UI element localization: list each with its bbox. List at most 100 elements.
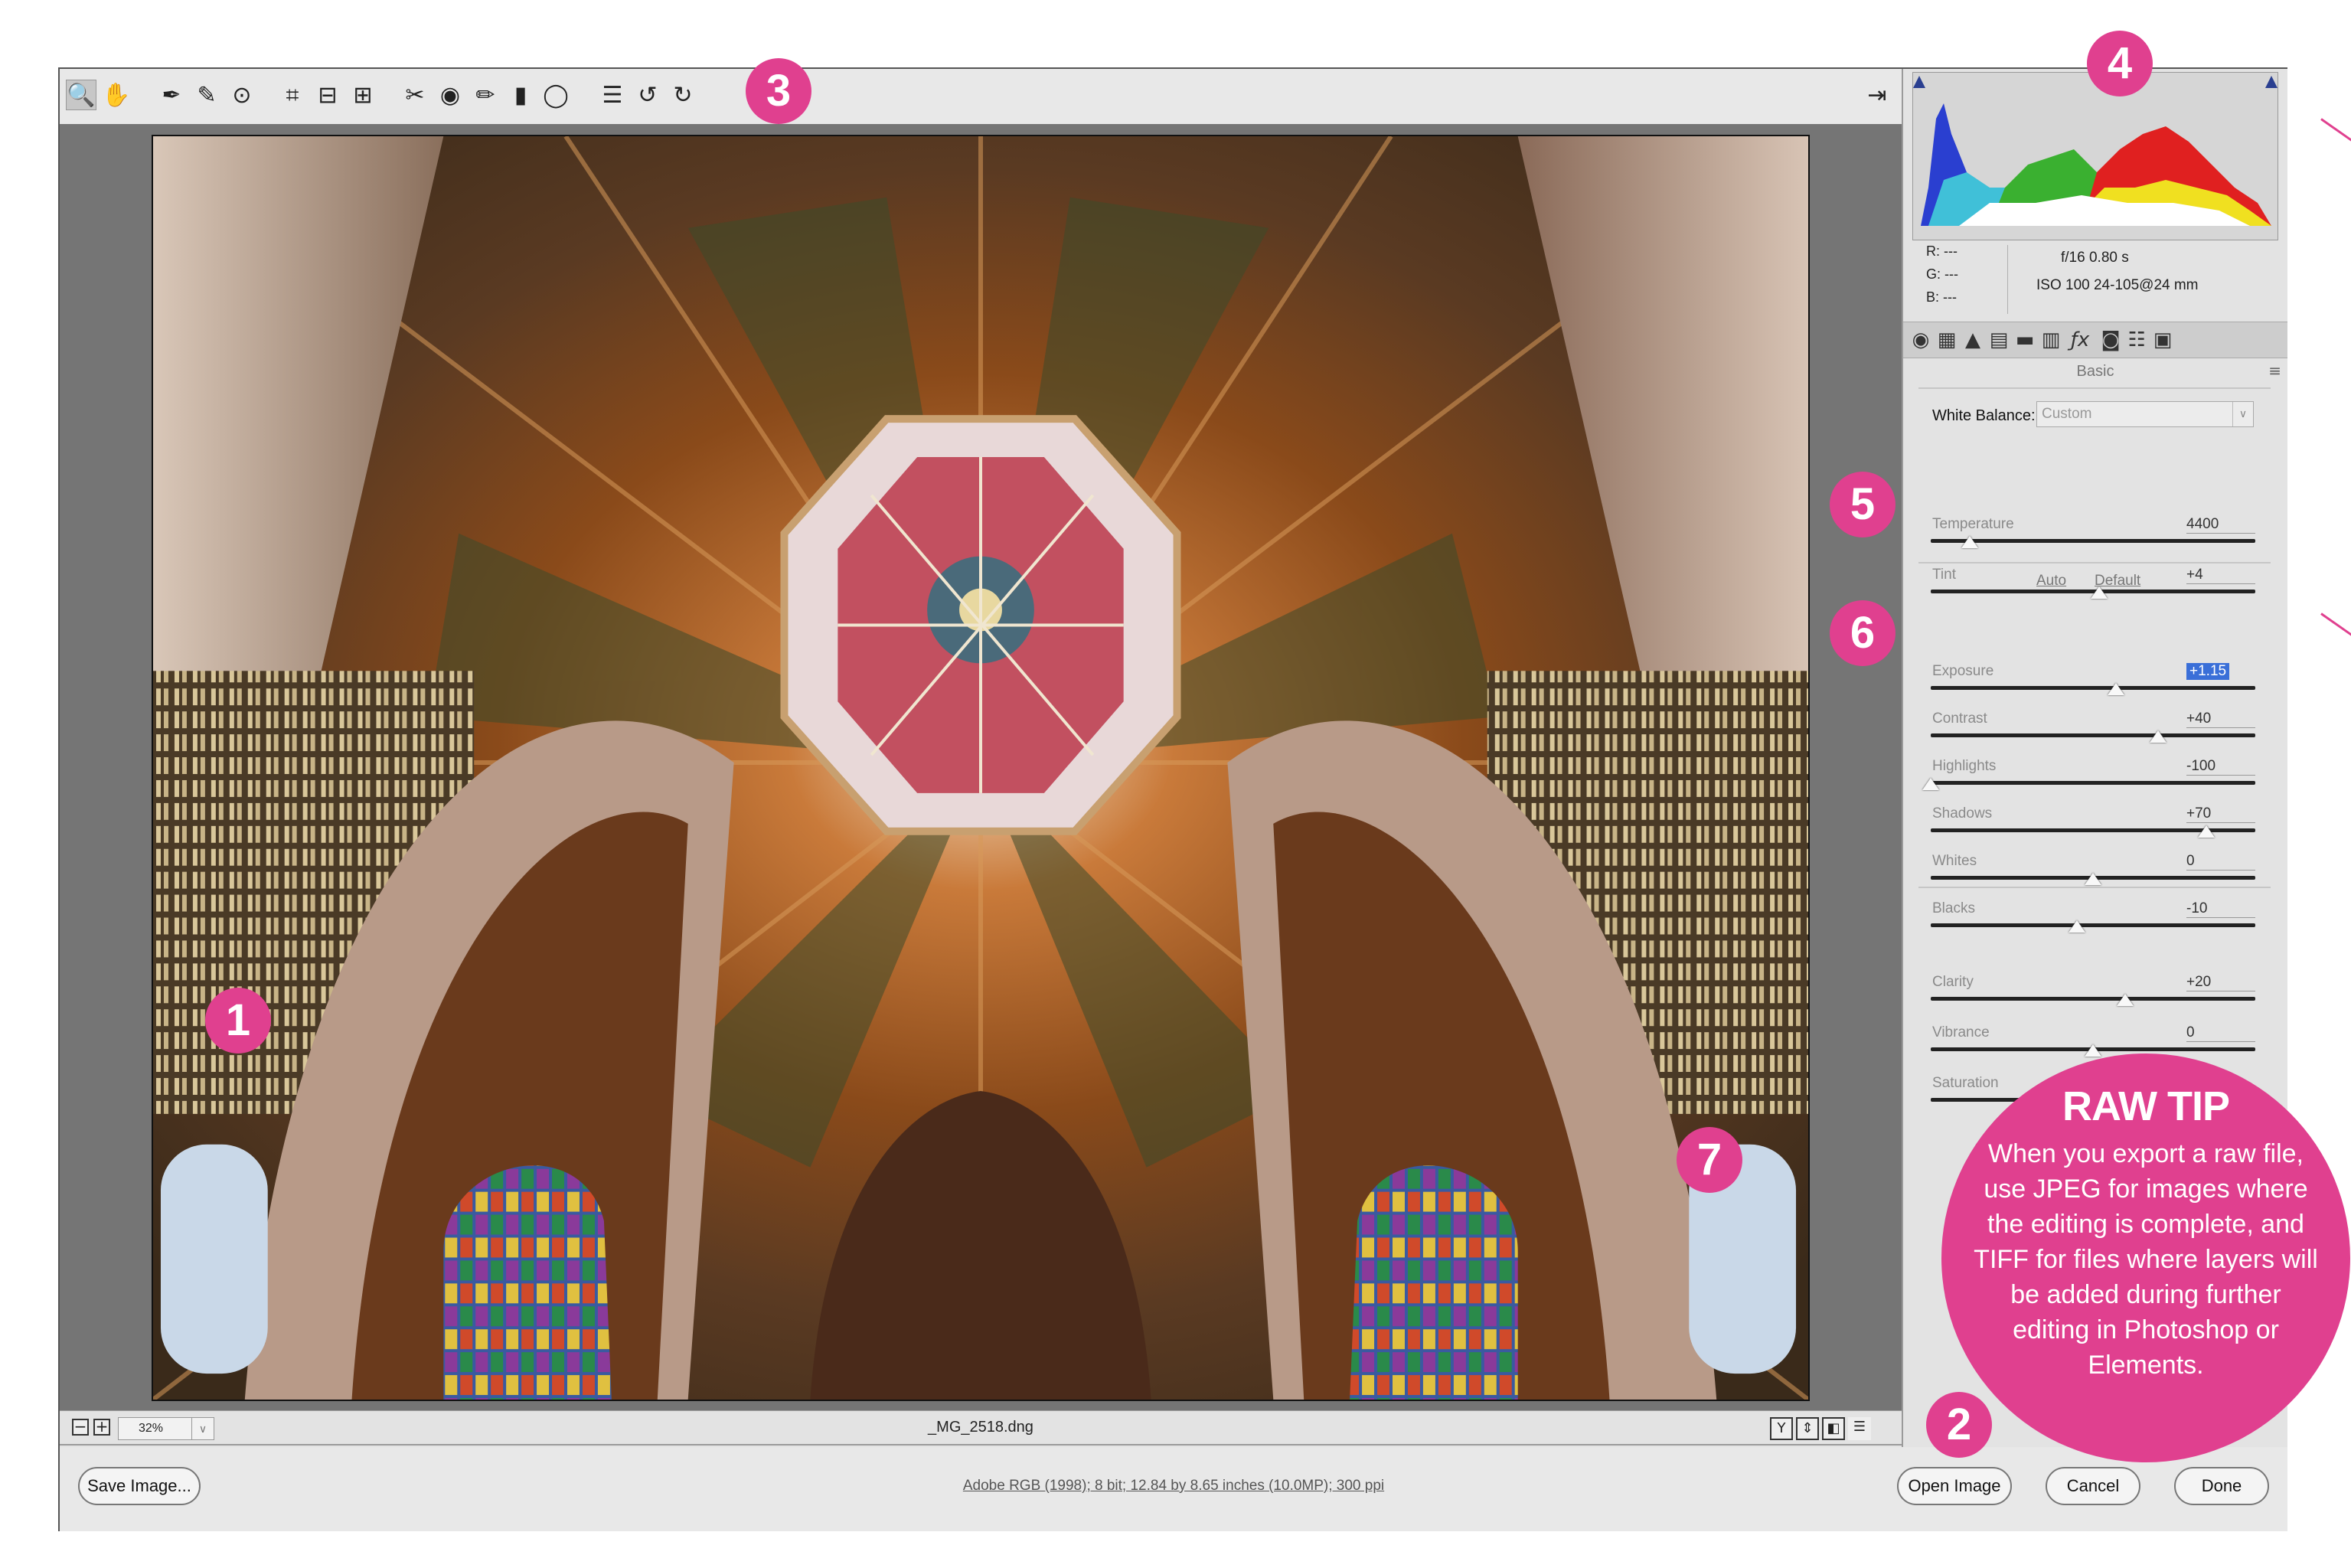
presets-tab-icon[interactable]: ☷	[2124, 327, 2150, 353]
clarity-slider-thumb[interactable]	[2117, 994, 2134, 1006]
crop-icon[interactable]: ⌗	[277, 80, 308, 110]
zoom-tool-magnifier-icon[interactable]: 🔍	[66, 80, 96, 110]
clarity-label: Clarity	[1932, 974, 1974, 990]
callout-marker-3: 3	[746, 58, 811, 124]
temperature-slider-track[interactable]	[1931, 539, 2255, 543]
hsl-tab-icon[interactable]: ▤	[1986, 327, 2012, 353]
vibrance-label: Vibrance	[1932, 1024, 1990, 1040]
basic-tab-icon[interactable]: ◉	[1908, 327, 1934, 353]
spot-removal-icon[interactable]: ✂	[400, 80, 430, 110]
tone-curve-tab-icon[interactable]: ▦	[1934, 327, 1960, 353]
divider	[1918, 562, 2271, 564]
highlights-slider-track[interactable]	[1931, 781, 2255, 785]
color-sampler-icon[interactable]: ✎	[191, 80, 222, 110]
contrast-label: Contrast	[1932, 710, 1987, 727]
histogram-plot	[1913, 73, 2278, 240]
copy-settings-icon[interactable]: ◧	[1822, 1417, 1845, 1440]
tint-value[interactable]: +4	[2186, 567, 2255, 584]
divider	[1918, 387, 2271, 389]
chevron-down-icon[interactable]: ∨	[2232, 402, 2253, 426]
radial-filter-icon[interactable]: ◯	[540, 80, 571, 110]
panel-menu-icon[interactable]: ≡	[2268, 361, 2281, 380]
graduated-filter-icon[interactable]: ▮	[505, 80, 536, 110]
rgb-exif-readout: R: --- G: --- B: --- f/16 0.80 s ISO 100…	[1912, 242, 2277, 318]
swap-view-icon[interactable]: ⇕	[1796, 1417, 1819, 1440]
white-balance-select[interactable]: Custom ∨	[2036, 401, 2254, 427]
tip-title: RAW TIP	[2062, 1083, 2230, 1129]
fullscreen-export-icon[interactable]: ⇥	[1862, 80, 1892, 110]
contrast-value[interactable]: +40	[2186, 710, 2255, 728]
raw-tip-bubble: RAW TIP When you export a raw file, use …	[1941, 1054, 2350, 1462]
view-settings-icon[interactable]: ☰	[1848, 1417, 1871, 1440]
exposure-value[interactable]: +1.15	[2186, 663, 2230, 680]
preferences-list-icon[interactable]: ☰	[597, 80, 628, 110]
decorative-line	[2320, 612, 2351, 637]
tip-body: When you export a raw file, use JPEG for…	[1974, 1139, 2318, 1380]
default-link[interactable]: Default	[2095, 573, 2140, 590]
shadows-label: Shadows	[1932, 805, 1993, 822]
temperature-slider-thumb[interactable]	[1961, 536, 1978, 548]
callout-marker-7: 7	[1677, 1127, 1742, 1193]
vibrance-value[interactable]: 0	[2186, 1024, 2255, 1042]
clarity-slider-track[interactable]	[1931, 997, 2255, 1001]
effects-fx-tab-icon[interactable]: ƒx	[2067, 327, 2093, 353]
done-button[interactable]: Done	[2174, 1467, 2269, 1505]
snapshots-tab-icon[interactable]: ▣	[2150, 327, 2176, 353]
panel-tabs: ◉ ▦ ▲ ▤ ▬ ▥ ƒx ◙ ☷ ▣	[1903, 322, 2287, 358]
white-balance-eyedropper-icon[interactable]: ✒	[156, 80, 187, 110]
blacks-label: Blacks	[1932, 900, 1975, 916]
detail-tab-icon[interactable]: ▲	[1960, 327, 1986, 353]
exposure-slider-track[interactable]	[1931, 686, 2255, 690]
vibrance-slider-thumb[interactable]	[2085, 1044, 2101, 1057]
whites-label: Whites	[1932, 853, 1977, 869]
temperature-value[interactable]: 4400	[2186, 516, 2255, 534]
transform-icon[interactable]: ⊞	[348, 80, 378, 110]
red-readout: R: ---	[1926, 243, 1958, 259]
blacks-slider-thumb[interactable]	[2068, 920, 2085, 933]
red-eye-icon[interactable]: ◉	[435, 80, 465, 110]
contrast-slider-track[interactable]	[1931, 733, 2255, 737]
split-toning-tab-icon[interactable]: ▬	[2012, 327, 2038, 353]
highlights-value[interactable]: -100	[2186, 758, 2255, 776]
open-image-button[interactable]: Open Image	[1897, 1467, 2012, 1505]
callout-marker-6: 6	[1830, 600, 1895, 666]
decorative-line	[2320, 118, 2351, 142]
cathedral-photo-preview[interactable]	[152, 135, 1810, 1401]
adjustment-brush-icon[interactable]: ✏	[470, 80, 501, 110]
target-adjust-icon[interactable]: ⊙	[227, 80, 257, 110]
lens-tab-icon[interactable]: ▥	[2038, 327, 2064, 353]
contrast-slider-thumb[interactable]	[2149, 730, 2167, 743]
camera-calibration-tab-icon[interactable]: ◙	[2098, 327, 2124, 353]
white-balance-value: Custom	[2042, 406, 2092, 422]
shadows-slider-thumb[interactable]	[2198, 825, 2215, 838]
straighten-level-icon[interactable]: ⊟	[312, 80, 343, 110]
green-readout: G: ---	[1926, 266, 1958, 282]
clarity-value[interactable]: +20	[2186, 974, 2255, 991]
before-after-y-icon[interactable]: Y	[1770, 1417, 1793, 1440]
bottom-bar: Save Image... Adobe RGB (1998); 8 bit; 1…	[60, 1447, 2287, 1531]
exposure-slider-thumb[interactable]	[2107, 683, 2124, 695]
auto-link[interactable]: Auto	[2036, 573, 2066, 590]
callout-marker-2: 2	[1926, 1392, 1992, 1458]
shadows-value[interactable]: +70	[2186, 805, 2255, 823]
whites-slider-thumb[interactable]	[2085, 873, 2101, 885]
highlights-slider-thumb[interactable]	[1922, 778, 1939, 790]
aperture-shutter: f/16 0.80 s	[2061, 250, 2129, 266]
white-balance-label: White Balance:	[1932, 407, 2036, 424]
status-bar: − + 32% ∨ _MG_2518.dng Y ⇕ ◧ ☰	[60, 1410, 1902, 1446]
whites-value[interactable]: 0	[2186, 853, 2255, 871]
blacks-slider-track[interactable]	[1931, 923, 2255, 927]
blacks-value[interactable]: -10	[2186, 900, 2255, 918]
callout-marker-5: 5	[1830, 472, 1895, 537]
preview-canvas[interactable]	[60, 124, 1902, 1410]
rotate-ccw-icon[interactable]: ↺	[632, 80, 663, 110]
rotate-cw-icon[interactable]: ↻	[668, 80, 698, 110]
callout-marker-4: 4	[2087, 31, 2153, 96]
photo-illustration	[153, 136, 1808, 1400]
histogram	[1912, 72, 2278, 240]
tint-label: Tint	[1932, 567, 1956, 583]
hand-tool-hand-icon[interactable]: ✋	[101, 80, 132, 110]
cancel-button[interactable]: Cancel	[2046, 1467, 2140, 1505]
blue-readout: B: ---	[1926, 289, 1957, 305]
filename-label: _MG_2518.dng	[928, 1419, 1033, 1436]
